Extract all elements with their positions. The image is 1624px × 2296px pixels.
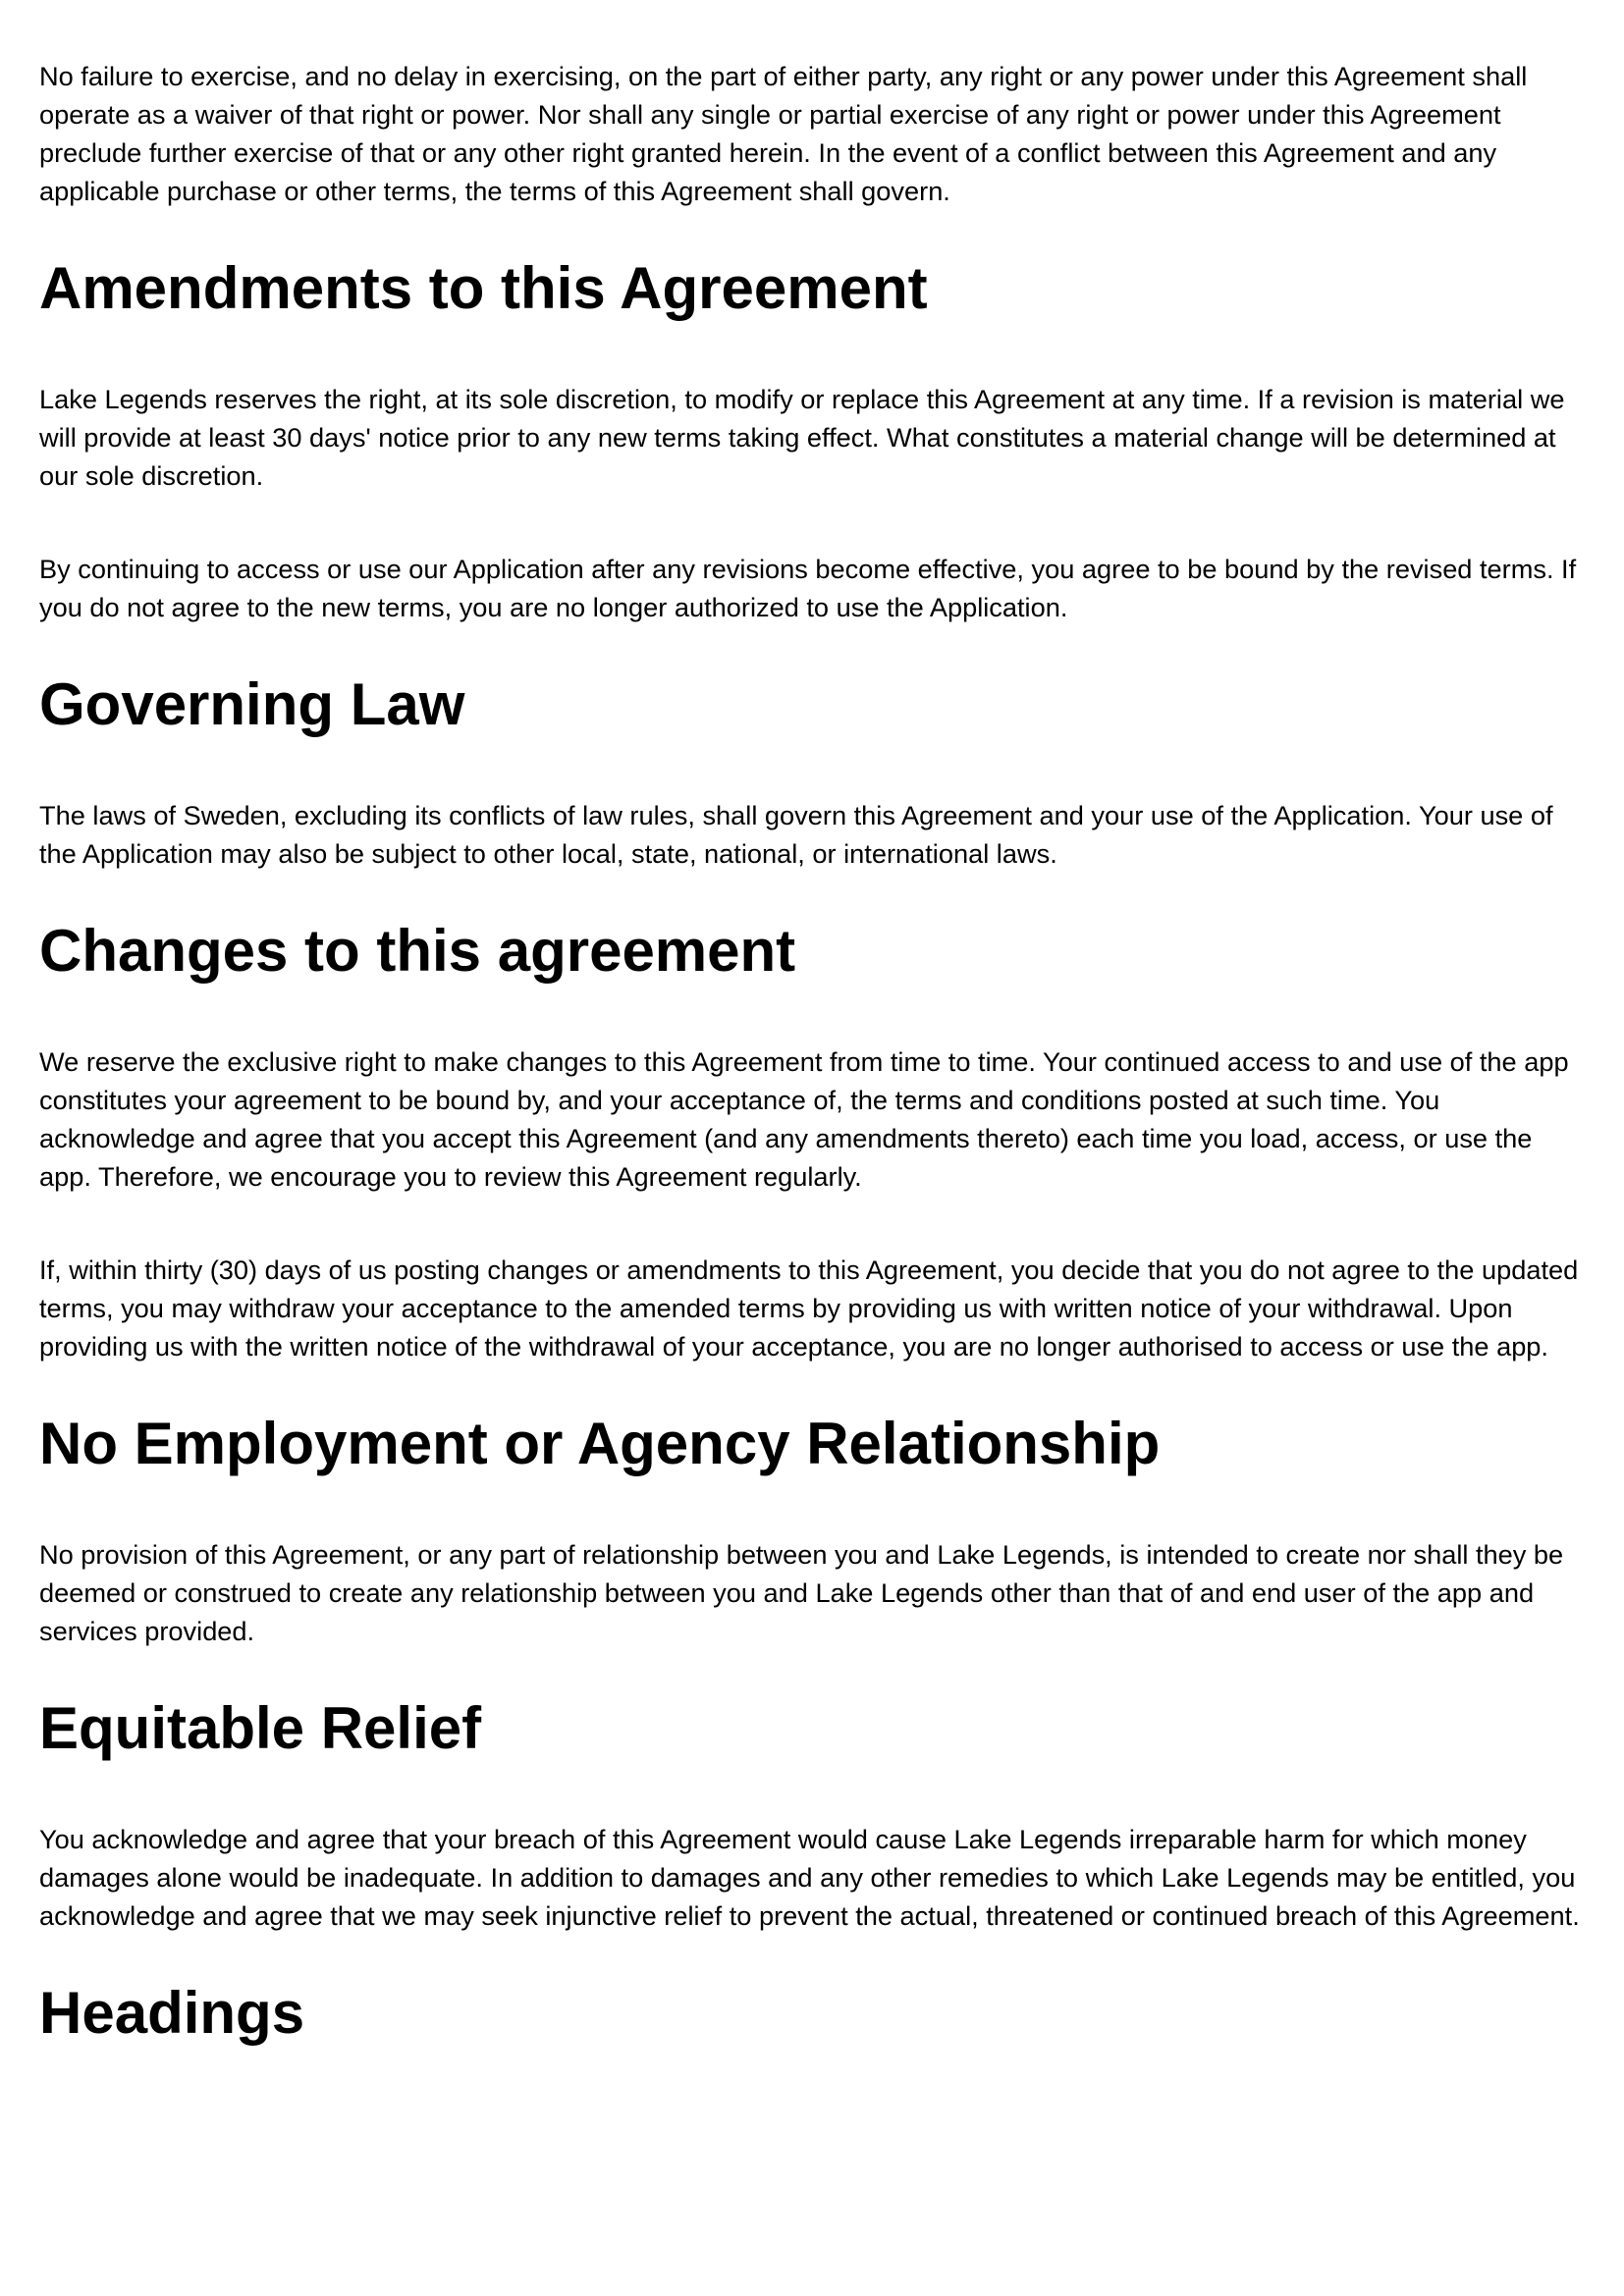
heading-governing-law: Governing Law (39, 671, 465, 737)
heading-equitable-relief: Equitable Relief (39, 1695, 482, 1761)
amendments-paragraph-2: By continuing to access or use our Appli… (39, 554, 1577, 622)
heading-amendments: Amendments to this Agreement (39, 255, 928, 321)
no-employment-paragraph: No provision of this Agreement, or any p… (39, 1539, 1564, 1646)
changes-paragraph-2: If, within thirty (30) days of us postin… (39, 1255, 1579, 1362)
amendments-paragraph-1: Lake Legends reserves the right, at its … (39, 384, 1565, 491)
heading-no-employment: No Employment or Agency Relationship (39, 1411, 1161, 1476)
changes-paragraph-1: We reserve the exclusive right to make c… (39, 1046, 1569, 1192)
equitable-relief-paragraph: You acknowledge and agree that your brea… (39, 1824, 1580, 1931)
heading-headings: Headings (39, 1980, 305, 2046)
document-page: No failure to exercise, and no delay in … (0, 0, 1624, 2296)
governing-law-paragraph: The laws of Sweden, excluding its confli… (39, 800, 1553, 869)
heading-changes: Changes to this agreement (39, 918, 796, 984)
waiver-paragraph: No failure to exercise, and no delay in … (39, 61, 1528, 206)
